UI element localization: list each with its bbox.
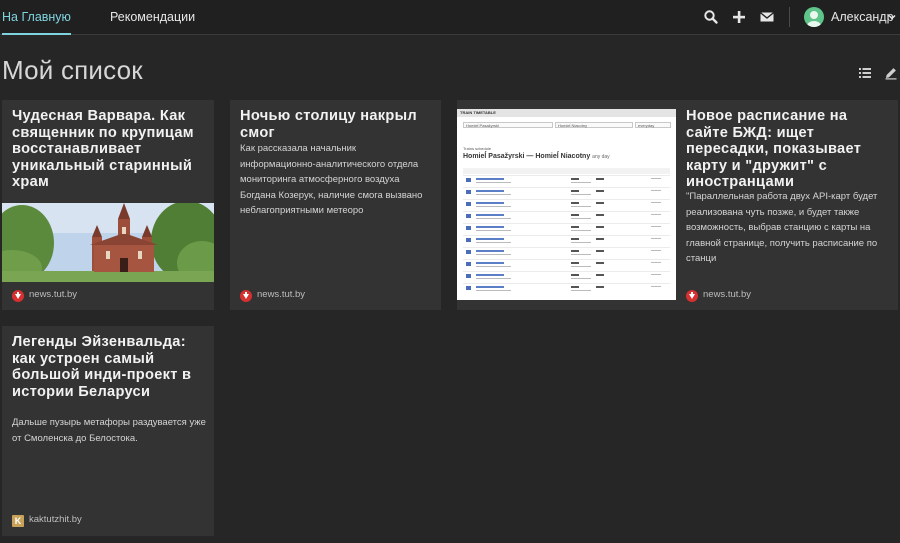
thumbnail-row <box>463 199 670 210</box>
article-card[interactable]: Легенды Эйзенвальда: как устроен самый б… <box>2 326 214 536</box>
thumbnail-row <box>463 223 670 234</box>
source-label[interactable]: news.tut.by <box>29 289 77 300</box>
thumbnail-row <box>463 175 670 186</box>
thumbnail-date-field: everyday <box>635 122 671 128</box>
toolbar-divider <box>789 7 790 27</box>
avatar[interactable] <box>804 7 824 27</box>
search-icon[interactable] <box>703 9 719 25</box>
chevron-down-icon[interactable] <box>887 12 897 22</box>
mail-icon[interactable] <box>759 9 775 25</box>
thumbnail-route-text: Homieĺ Pasažyrski — Homieĺ Niacotny <box>463 153 591 160</box>
thumbnail-subtitle: Trains schedule <box>463 146 492 151</box>
thumbnail-to-field: Homieĺ Niacotny <box>555 122 633 128</box>
train-timetable-screenshot[interactable]: TRAIN TIMETABLE Homieĺ Pasažyrski Homieĺ… <box>457 109 676 300</box>
thumbnail-row <box>463 247 670 258</box>
thumbnail-route: Homieĺ Pasažyrski — Homieĺ Niacotny any … <box>463 153 610 160</box>
thumbnail-route-suffix: any day <box>592 154 610 160</box>
kaktutzhit-logo-icon: K <box>12 515 24 527</box>
source-label[interactable]: news.tut.by <box>257 289 305 300</box>
card-title[interactable]: Чудесная Варвара. Как священник по крупи… <box>12 108 212 191</box>
plus-icon[interactable] <box>731 9 747 25</box>
page-title: Мой список <box>2 55 143 85</box>
thumbnail-row <box>463 235 670 246</box>
thumbnail-date-value: everyday <box>638 123 655 128</box>
thumbnail-row <box>463 259 670 270</box>
card-title[interactable]: Легенды Эйзенвальда: как устроен самый б… <box>12 334 212 400</box>
card-excerpt: "Параллельная работа двух API-карт будет… <box>686 191 878 264</box>
card-excerpt: Дальше пузырь метафоры раздувается уже о… <box>12 417 206 444</box>
card-title[interactable]: Ночью столицу накрыл смог <box>240 108 435 141</box>
thumbnail-to-value: Homieĺ Niacotny <box>558 123 588 128</box>
news-tut-by-logo-icon <box>686 290 698 302</box>
article-card[interactable]: Чудесная Варвара. Как священник по крупи… <box>2 100 214 310</box>
tab-recommendations[interactable]: Рекомендации <box>110 0 195 35</box>
source-label[interactable]: kaktutzhit.by <box>29 514 82 525</box>
news-tut-by-logo-icon <box>240 290 252 302</box>
list-view-icon[interactable] <box>858 66 872 80</box>
thumbnail-row <box>463 271 670 282</box>
thumbnail-table-header <box>463 168 670 174</box>
thumbnail-from-value: Homieĺ Pasažyrski <box>466 123 499 128</box>
church-photo <box>2 203 214 282</box>
edit-icon[interactable] <box>884 66 898 80</box>
news-tut-by-logo-icon <box>12 290 24 302</box>
thumbnail-row <box>463 283 670 294</box>
top-navigation-bar: На Главную Рекомендации Александр <box>0 0 900 35</box>
card-title[interactable]: Новое расписание на сайте БЖД: ищет пере… <box>686 108 891 191</box>
source-label[interactable]: news.tut.by <box>703 289 751 300</box>
thumbnail-header-bar: TRAIN TIMETABLE <box>457 109 676 117</box>
tab-home[interactable]: На Главную <box>2 0 71 35</box>
user-silhouette-icon <box>807 11 821 27</box>
user-name[interactable]: Александр <box>831 0 894 34</box>
thumbnail-header-text: TRAIN TIMETABLE <box>460 110 496 115</box>
thumbnail-row <box>463 211 670 222</box>
card-excerpt: Как рассказала начальник информационно-а… <box>240 143 423 216</box>
thumbnail-row <box>463 187 670 198</box>
article-card[interactable]: Ночью столицу накрыл смог Как рассказала… <box>230 100 441 310</box>
thumbnail-from-field: Homieĺ Pasažyrski <box>463 122 553 128</box>
